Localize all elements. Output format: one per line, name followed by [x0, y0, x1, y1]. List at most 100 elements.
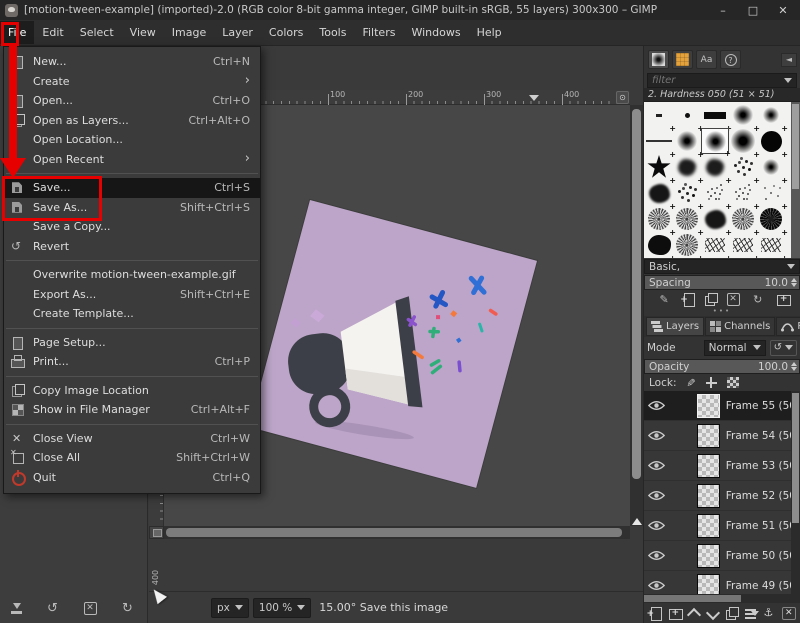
menu-item-page-setup[interactable]: Page Setup...	[4, 333, 260, 353]
layer-thumbnail[interactable]	[697, 394, 720, 418]
brush-thumbnail-mark[interactable]	[645, 102, 673, 128]
brush-thumbnail-fine[interactable]	[701, 180, 729, 206]
brush-thumbnail-texdark[interactable]	[757, 206, 785, 232]
brush-thumbnail-bar[interactable]	[701, 102, 729, 128]
scroll-arrow-icon[interactable]	[632, 518, 642, 525]
brush-thumbnail-soft3[interactable]	[729, 128, 757, 154]
menu-colors[interactable]: Colors	[261, 21, 311, 44]
new-group-icon[interactable]	[668, 607, 682, 620]
brush-thumbnail-fuzzy[interactable]	[673, 154, 701, 180]
menu-item-close-all[interactable]: Close AllShift+Ctrl+W	[4, 448, 260, 468]
brush-thumbnail-soft1[interactable]	[757, 154, 785, 180]
menu-item-open-location[interactable]: Open Location...	[4, 130, 260, 150]
brush-thumbnail-hard[interactable]	[757, 128, 785, 154]
brush-thumbnail-sketch[interactable]	[701, 232, 729, 258]
brush-thumbnail-blob[interactable]	[701, 206, 729, 232]
spacing-slider[interactable]: Spacing 10.0	[644, 275, 800, 290]
brush-thumbnail-blob[interactable]	[645, 180, 673, 206]
layer-row-50[interactable]: Frame 50 (50	[644, 541, 800, 571]
menu-item-overwrite[interactable]: Overwrite motion-tween-example.gif	[4, 265, 260, 285]
brush-thumbnail-dot[interactable]	[673, 102, 701, 128]
layer-row-49[interactable]: Frame 49 (50	[644, 571, 800, 594]
tab-paths[interactable]: Paths	[776, 317, 800, 336]
layer-row-54[interactable]: Frame 54 (50	[644, 421, 800, 451]
menu-select[interactable]: Select	[72, 21, 122, 44]
menu-help[interactable]: Help	[469, 21, 510, 44]
menu-item-revert[interactable]: Revert	[4, 237, 260, 257]
menu-item-print[interactable]: Print...Ctrl+P	[4, 352, 260, 372]
layer-name[interactable]: Frame 53 (50	[726, 460, 796, 472]
reset-icon[interactable]: ↻	[118, 601, 138, 616]
layer-row-55[interactable]: Frame 55 (50	[644, 391, 800, 421]
layer-row-52[interactable]: Frame 52 (50	[644, 481, 800, 511]
layer-thumbnail[interactable]	[697, 514, 720, 538]
layer-thumbnail[interactable]	[697, 574, 720, 595]
menu-item-quit[interactable]: QuitCtrl+Q	[4, 468, 260, 488]
delete-layer-icon[interactable]	[782, 607, 796, 620]
brush-thumbnail-tex[interactable]	[673, 232, 701, 258]
open-brush-icon[interactable]	[776, 293, 790, 306]
canvas-vertical-scrollbar[interactable]	[630, 105, 643, 526]
layer-thumbnail[interactable]	[697, 454, 720, 478]
zoom-dropdown[interactable]: 100 %	[253, 598, 311, 618]
duplicate-layer-icon[interactable]	[725, 607, 739, 620]
layer-name[interactable]: Frame 55 (50	[726, 400, 796, 412]
unit-dropdown[interactable]: px	[211, 598, 249, 618]
brush-thumbnail-tex[interactable]	[729, 206, 757, 232]
duplicate-brush-icon[interactable]	[704, 293, 718, 306]
brush-thumbnail-line[interactable]	[645, 128, 673, 154]
lock-alpha-icon[interactable]	[727, 377, 739, 388]
layer-name[interactable]: Frame 51 (50	[726, 520, 796, 532]
brush-filter-input[interactable]	[652, 75, 784, 86]
menu-item-close-view[interactable]: Close ViewCtrl+W	[4, 429, 260, 449]
menu-item-open-as-layers[interactable]: Open as Layers...Ctrl+Alt+O	[4, 111, 260, 131]
menu-filters[interactable]: Filters	[354, 21, 403, 44]
brush-thumbnail-soft1[interactable]	[757, 102, 785, 128]
menu-layer[interactable]: Layer	[214, 21, 261, 44]
layer-name[interactable]: Frame 54 (50	[726, 430, 796, 442]
brush-thumbnail-softsel[interactable]	[701, 128, 729, 154]
delete-brush-icon[interactable]: ✕	[727, 293, 740, 306]
brush-thumbnail-sketch[interactable]	[757, 232, 785, 258]
brush-thumbnail-fuzzy[interactable]	[701, 154, 729, 180]
dock-collapse-button[interactable]: ◄	[781, 53, 797, 67]
raise-layer-icon[interactable]	[687, 607, 701, 620]
brush-filter-field[interactable]	[647, 73, 797, 88]
brush-scrollbar[interactable]	[791, 102, 800, 258]
menu-edit[interactable]: Edit	[34, 21, 71, 44]
visibility-eye-icon[interactable]	[648, 520, 665, 531]
visibility-eye-icon[interactable]	[648, 550, 665, 561]
brush-thumbnail-tex[interactable]	[673, 206, 701, 232]
dock-drag-handle[interactable]: •••	[644, 309, 800, 316]
undo-icon[interactable]: ↺	[43, 601, 63, 616]
layer-row-51[interactable]: Frame 51 (50	[644, 511, 800, 541]
menu-item-show-in-file-manager[interactable]: Show in File ManagerCtrl+Alt+F	[4, 400, 260, 420]
spinner-arrows-icon[interactable]	[791, 362, 797, 371]
layer-name[interactable]: Frame 50 (50	[726, 550, 796, 562]
brush-thumbnail-sketch[interactable]	[729, 232, 757, 258]
save-preset-icon[interactable]	[11, 603, 22, 614]
visibility-eye-icon[interactable]	[648, 490, 665, 501]
brush-group-dropdown[interactable]: Basic,	[644, 259, 800, 274]
brush-thumbnail-soft2[interactable]	[673, 128, 701, 154]
menu-item-copy-image-location[interactable]: Copy Image Location	[4, 381, 260, 401]
delete-icon[interactable]: ✕	[84, 602, 97, 615]
layer-name[interactable]: Frame 52 (50	[726, 490, 796, 502]
menu-item-open-recent[interactable]: Open Recent›	[4, 150, 260, 170]
brush-thumbnail-darkblob[interactable]	[645, 232, 673, 258]
tab-channels[interactable]: Channels	[705, 317, 775, 336]
brush-thumbnail-fine[interactable]	[729, 180, 757, 206]
new-layer-icon[interactable]	[649, 607, 663, 620]
tab-layers[interactable]: Layers	[646, 317, 704, 336]
brush-thumbnail-soft2[interactable]	[729, 102, 757, 128]
spinner-arrows-icon[interactable]	[791, 278, 797, 287]
brush-thumbnail-scatter[interactable]	[673, 180, 701, 206]
lower-layer-icon[interactable]	[706, 607, 720, 620]
lock-position-icon[interactable]	[706, 377, 717, 388]
anchor-layer-icon[interactable]	[763, 607, 777, 620]
layer-name[interactable]: Frame 49 (50	[726, 580, 796, 592]
layers-vertical-scrollbar[interactable]	[791, 391, 800, 594]
close-button[interactable]: ✕	[768, 0, 798, 20]
visibility-eye-icon[interactable]	[648, 430, 665, 441]
brush-thumbnail-star[interactable]	[645, 154, 673, 180]
